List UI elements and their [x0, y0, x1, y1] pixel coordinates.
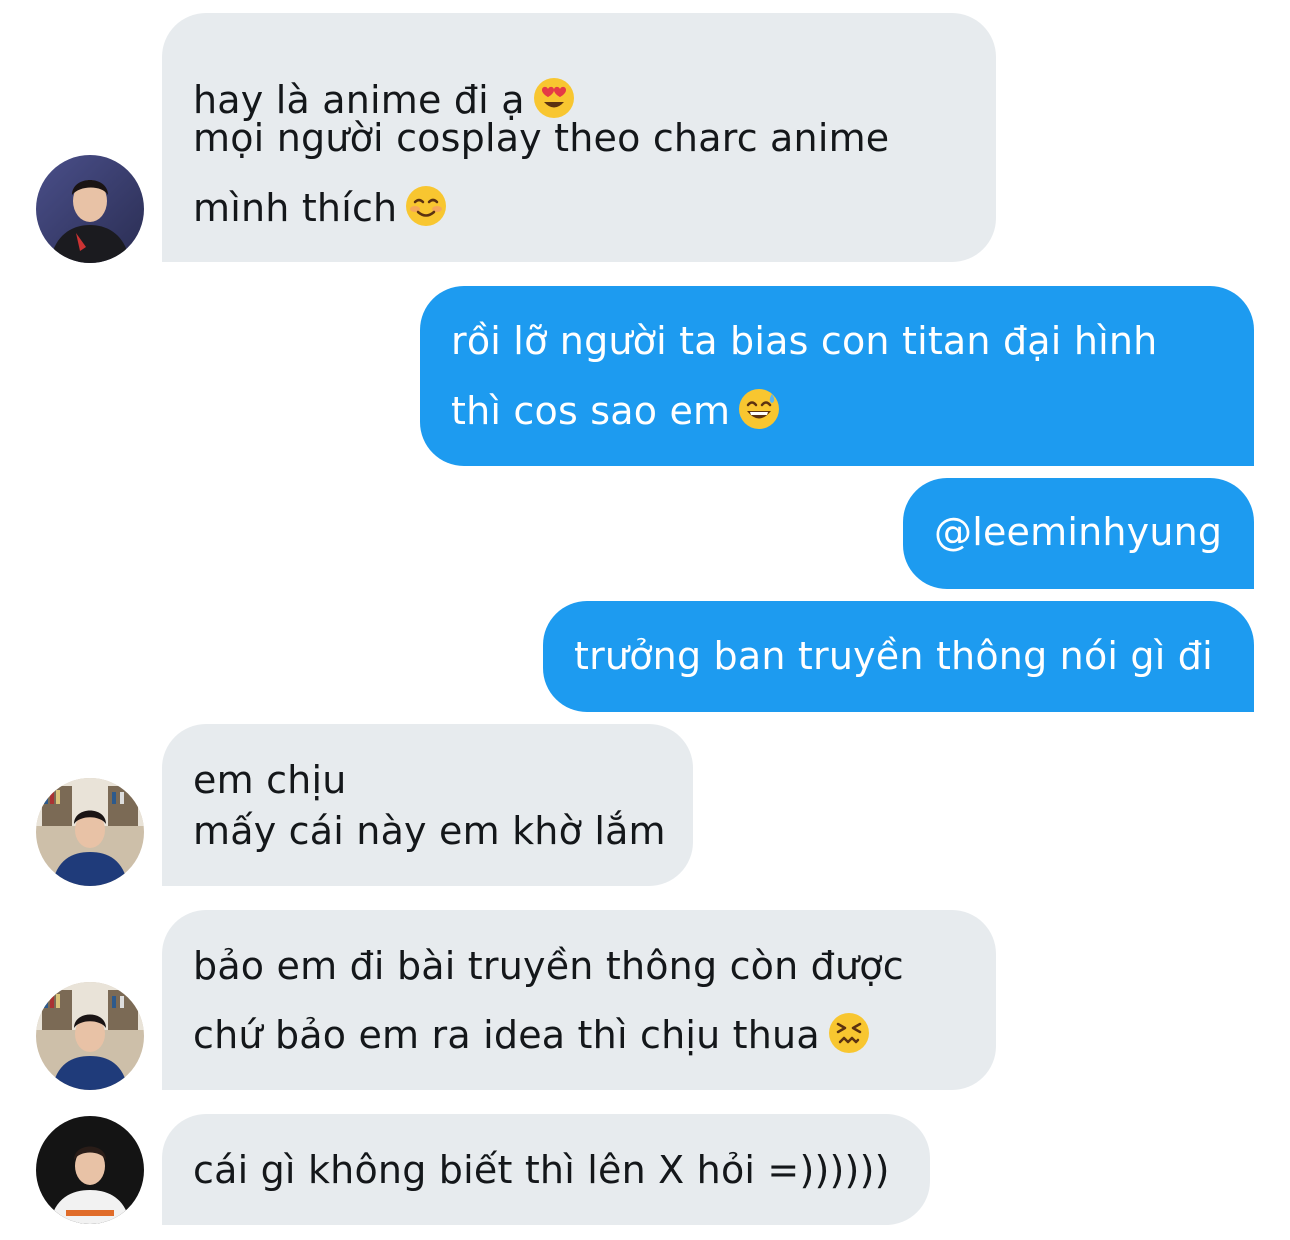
message-bubble-incoming[interactable]: em chịu mấy cái này em khờ lắm: [162, 724, 693, 886]
message-bubble-incoming[interactable]: hay là anime đi ạ mọi người cosplay theo…: [162, 13, 996, 262]
message-text: bảo em đi bài truyền thông còn được: [193, 944, 904, 988]
message-bubble-outgoing[interactable]: @leeminhyung: [903, 478, 1254, 589]
avatar[interactable]: [36, 982, 144, 1090]
message-text: cái gì không biết thì lên X hỏi =)))))): [193, 1148, 890, 1192]
message-bubble-incoming[interactable]: cái gì không biết thì lên X hỏi =)))))): [162, 1114, 930, 1225]
confounded-emoji-icon: [828, 1012, 870, 1054]
avatar[interactable]: [36, 1116, 144, 1224]
message-text: mình thích: [193, 186, 398, 230]
avatar[interactable]: [36, 155, 144, 263]
message-text: chứ bảo em ra idea thì chịu thua: [193, 1013, 820, 1057]
message-text: mấy cái này em khờ lắm: [193, 809, 666, 853]
smiling-blush-emoji-icon: [405, 185, 447, 227]
message-text: rồi lỡ người ta bias con titan đại hình: [451, 319, 1158, 363]
mention-link[interactable]: @leeminhyung: [934, 513, 1222, 551]
grinning-sweat-emoji-icon: [738, 388, 780, 430]
message-bubble-outgoing[interactable]: rồi lỡ người ta bias con titan đại hình …: [420, 286, 1254, 466]
message-text: mọi người cosplay theo charc anime: [193, 116, 890, 160]
message-text: em chịu: [193, 758, 347, 802]
message-bubble-incoming[interactable]: bảo em đi bài truyền thông còn được chứ …: [162, 910, 996, 1090]
message-text: trưởng ban truyền thông nói gì đi: [574, 634, 1213, 678]
avatar[interactable]: [36, 778, 144, 886]
heart-eyes-emoji-icon: [533, 77, 575, 119]
message-text: thì cos sao em: [451, 389, 731, 433]
message-bubble-outgoing[interactable]: trưởng ban truyền thông nói gì đi: [543, 601, 1254, 712]
